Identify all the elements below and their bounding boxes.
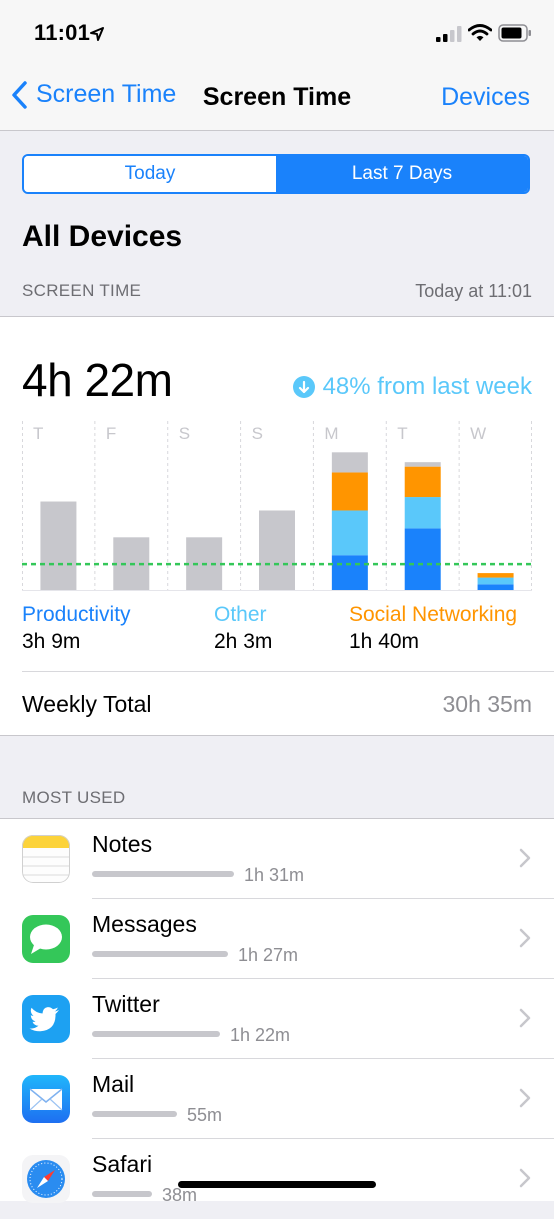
- chevron-right-icon: [519, 848, 531, 868]
- chevron-right-icon: [519, 1088, 531, 1108]
- chart-bar-uncategorized: [259, 510, 295, 591]
- chart-bar-social-networking: [477, 573, 514, 578]
- chart-day-label: F: [106, 424, 116, 443]
- app-row-mail[interactable]: Mail 55m: [0, 1059, 554, 1139]
- legend-other-value: 2h 3m: [214, 630, 273, 653]
- weekly-total-label: Weekly Total: [22, 691, 152, 717]
- chart-bar-social-networking: [331, 472, 368, 511]
- updated-time: Today at 11:01: [415, 281, 532, 301]
- navigation-bar: Screen Time Screen Time Devices: [0, 66, 554, 131]
- screen-time-section-label: SCREEN TIME: [22, 281, 142, 300]
- location-arrow-icon: [90, 27, 104, 41]
- usage-time: 1h 27m: [238, 945, 299, 965]
- screen-time-card[interactable]: 4h 22m 48% from last week T F S S M T W Produc…: [0, 316, 554, 736]
- usage-time: 55m: [187, 1105, 223, 1125]
- app-name: Safari: [92, 1151, 153, 1177]
- cellular-signal-icon: [436, 26, 462, 42]
- app-name: Mail: [92, 1071, 135, 1097]
- usage-bar: [92, 1111, 177, 1117]
- usage-bar: [92, 1191, 152, 1197]
- chart-bar-other: [404, 497, 441, 529]
- chart-bar-uncategorized: [40, 501, 77, 591]
- range-segmented-control: Today Last 7 Days: [22, 154, 530, 194]
- status-bar: 11:01: [0, 0, 554, 66]
- chart-day-label: T: [397, 424, 407, 443]
- back-button-label: Screen Time: [36, 80, 177, 108]
- device-heading: All Devices: [22, 220, 183, 253]
- chart-bar-uncategorized: [331, 452, 368, 473]
- usage-bar: [92, 1031, 220, 1037]
- app-row-twitter[interactable]: Twitter 1h 22m: [0, 979, 554, 1059]
- segment-last-7-days[interactable]: Last 7 Days: [276, 156, 528, 192]
- chevron-right-icon: [519, 1008, 531, 1028]
- chart-day-label: T: [33, 424, 43, 443]
- chart-bar-productivity: [331, 555, 368, 591]
- chart-day-label: S: [252, 424, 263, 443]
- weekly-change: 48% from last week: [292, 373, 532, 401]
- status-time: 11:01: [34, 20, 91, 45]
- app-row-safari[interactable]: Safari 38m: [0, 1139, 554, 1219]
- usage-time: 1h 22m: [230, 1025, 291, 1045]
- app-row-messages[interactable]: Messages 1h 27m: [0, 899, 554, 979]
- chart-day-label: S: [179, 424, 190, 443]
- usage-bar-chart: TFSSMTW: [22, 421, 532, 591]
- weekly-change-text: 48% from last week: [322, 373, 532, 400]
- twitter-icon: [22, 995, 70, 1043]
- segment-today[interactable]: Today: [24, 156, 276, 192]
- wifi-icon: [468, 24, 492, 41]
- usage-bar: [92, 871, 234, 877]
- down-arrow-icon: [292, 376, 315, 398]
- chart-bar-uncategorized: [404, 462, 441, 467]
- messages-icon: [22, 915, 70, 963]
- app-row-notes[interactable]: Notes 1h 31m: [0, 819, 554, 899]
- total-screen-time: 4h 22m: [22, 354, 173, 406]
- safari-icon: [22, 1155, 70, 1203]
- notes-icon: [22, 835, 70, 883]
- weekly-total-value: 30h 35m: [442, 691, 532, 717]
- chart-day-label: W: [470, 424, 486, 443]
- chart-bar-social-networking: [404, 466, 441, 498]
- legend-productivity-value: 3h 9m: [22, 630, 81, 653]
- chart-bar-other: [477, 577, 514, 585]
- app-name: Twitter: [92, 991, 160, 1017]
- chevron-left-icon: [12, 80, 27, 109]
- mail-icon: [22, 1075, 70, 1123]
- chevron-right-icon: [519, 1168, 531, 1188]
- battery-icon: [498, 24, 531, 42]
- chart-bar-productivity: [404, 528, 441, 591]
- chart-bar-other: [331, 510, 368, 556]
- app-name: Notes: [92, 831, 153, 857]
- usage-time: 1h 31m: [244, 865, 305, 885]
- chart-bar-productivity: [477, 584, 514, 591]
- chart-day-label: M: [324, 424, 338, 443]
- most-used-list: Notes 1h 31m Messages 1h 27m Twitter 1h …: [0, 818, 554, 1205]
- legend-social-name: Social Networking: [349, 603, 518, 626]
- most-used-section-label: MOST USED: [22, 788, 126, 807]
- usage-bar: [92, 951, 228, 957]
- home-indicator[interactable]: [178, 1181, 376, 1188]
- divider: [22, 671, 554, 672]
- usage-time: 38m: [162, 1185, 198, 1205]
- legend-other-name: Other: [214, 603, 267, 626]
- legend-social-value: 1h 40m: [349, 630, 420, 653]
- app-name: Messages: [92, 911, 197, 937]
- back-button[interactable]: Screen Time: [12, 80, 176, 109]
- devices-button[interactable]: Devices: [441, 83, 530, 112]
- chevron-right-icon: [519, 928, 531, 948]
- legend-productivity-name: Productivity: [22, 603, 131, 626]
